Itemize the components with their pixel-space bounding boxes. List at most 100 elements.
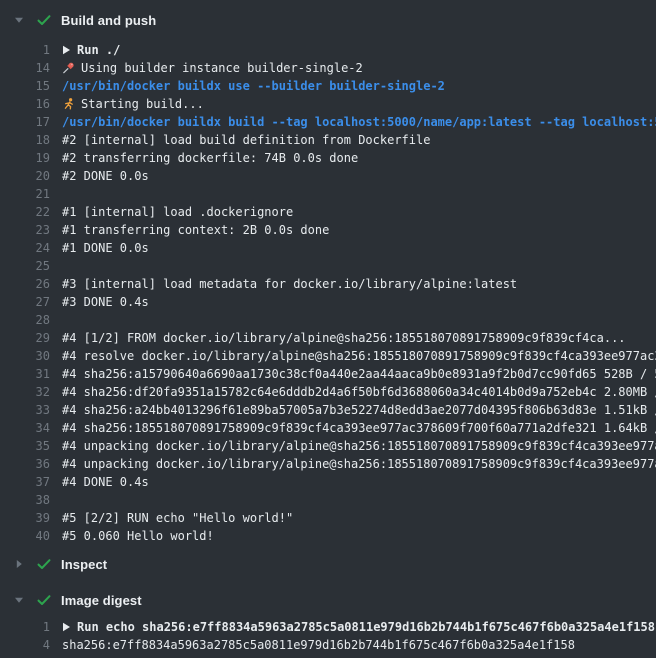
log-line: 23 #1 transferring context: 2B 0.0s done: [0, 221, 656, 239]
log-text: /usr/bin/docker buildx use --builder bui…: [62, 77, 445, 95]
chevron-right-icon[interactable]: [14, 559, 24, 569]
log-text-content: #1 transferring context: 2B 0.0s done: [62, 221, 329, 239]
check-icon: [36, 592, 52, 608]
line-number-link[interactable]: 31: [0, 365, 50, 383]
line-number-link[interactable]: 36: [0, 455, 50, 473]
log-text: #4 sha256:a15790640a6690aa1730c38cf0a440…: [62, 365, 656, 383]
log-line: 32 #4 sha256:df20fa9351a15782c64e6dddb2d4…: [0, 383, 656, 401]
log-text-content: #4 [1/2] FROM docker.io/library/alpine@s…: [62, 329, 626, 347]
log-text: #5 0.060 Hello world!: [62, 527, 214, 545]
line-number-link[interactable]: 26: [0, 275, 50, 293]
log-line: 29 #4 [1/2] FROM docker.io/library/alpine…: [0, 329, 656, 347]
log-text: #1 transferring context: 2B 0.0s done: [62, 221, 329, 239]
section-title[interactable]: Image digest: [61, 593, 142, 608]
log-text: #4 DONE 0.4s: [62, 473, 149, 491]
line-number-link[interactable]: 4: [0, 636, 50, 654]
log-text: #1 DONE 0.0s: [62, 239, 149, 257]
section-header-build-and-push[interactable]: Build and push: [0, 9, 656, 31]
log-line: 36 #4 unpacking docker.io/library/alpine@…: [0, 455, 656, 473]
line-number-link[interactable]: 1: [0, 618, 50, 636]
log-text-content: /usr/bin/docker buildx build --tag local…: [62, 113, 656, 131]
line-number-link[interactable]: 30: [0, 347, 50, 365]
log-line: 31 #4 sha256:a15790640a6690aa1730c38cf0a4…: [0, 365, 656, 383]
log-text-content: #4 sha256:185518070891758909c9f839cf4ca3…: [62, 419, 656, 437]
line-number-link[interactable]: 22: [0, 203, 50, 221]
line-number-link[interactable]: 29: [0, 329, 50, 347]
line-number-link[interactable]: 19: [0, 149, 50, 167]
line-number-link[interactable]: 21: [0, 185, 50, 203]
log-text: #4 sha256:df20fa9351a15782c64e6dddb2d4a6…: [62, 383, 656, 401]
log-text: #4 unpacking docker.io/library/alpine@sh…: [62, 437, 656, 455]
run-expand-icon[interactable]: [62, 622, 71, 632]
log-text: #4 resolve docker.io/library/alpine@sha2…: [62, 347, 656, 365]
log-text: #2 DONE 0.0s: [62, 167, 149, 185]
log-text-content: Starting build...: [81, 95, 204, 113]
log-text-content: #5 [2/2] RUN echo "Hello world!": [62, 509, 293, 527]
line-number-link[interactable]: 18: [0, 131, 50, 149]
log-line: 38: [0, 491, 656, 509]
log-line: 17/usr/bin/docker buildx build --tag loc…: [0, 113, 656, 131]
log-text-content: #2 transferring dockerfile: 74B 0.0s don…: [62, 149, 358, 167]
line-number-link[interactable]: 38: [0, 491, 50, 509]
log-text-content: #2 DONE 0.0s: [62, 167, 149, 185]
log-line: 39 #5 [2/2] RUN echo "Hello world!": [0, 509, 656, 527]
log-text: #4 unpacking docker.io/library/alpine@sh…: [62, 455, 656, 473]
log-line: 37 #4 DONE 0.4s: [0, 473, 656, 491]
log-text-content: #4 sha256:df20fa9351a15782c64e6dddb2d4a6…: [62, 383, 656, 401]
log-line: 27#3 DONE 0.4s: [0, 293, 656, 311]
line-number-link[interactable]: 16: [0, 95, 50, 113]
line-number-link[interactable]: 28: [0, 311, 50, 329]
section-header-image-digest[interactable]: Image digest: [0, 589, 656, 611]
line-number-link[interactable]: 35: [0, 437, 50, 455]
log-text: /usr/bin/docker buildx build --tag local…: [62, 113, 656, 131]
line-number-link[interactable]: 15: [0, 77, 50, 95]
log-line: 20 #2 DONE 0.0s: [0, 167, 656, 185]
log-line: 1 Run ./: [0, 41, 656, 59]
pushpin-icon: [62, 61, 75, 75]
check-icon: [36, 12, 52, 28]
line-number-link[interactable]: 33: [0, 401, 50, 419]
runner-icon: [62, 97, 75, 111]
log-text-content: Run ./: [77, 41, 120, 59]
log-line: 28: [0, 311, 656, 329]
log-lines: 1 Run echo sha256:e7ff8834a5963a2785c5a08…: [0, 618, 656, 654]
log-line: 22 #1 [internal] load .dockerignore: [0, 203, 656, 221]
line-number-link[interactable]: 20: [0, 167, 50, 185]
line-number-link[interactable]: 14: [0, 59, 50, 77]
chevron-down-icon[interactable]: [14, 595, 24, 605]
log-line: 24 #1 DONE 0.0s: [0, 239, 656, 257]
line-number-link[interactable]: 27: [0, 293, 50, 311]
log-text-content: #3 [internal] load metadata for docker.i…: [62, 275, 517, 293]
log-line: 30 #4 resolve docker.io/library/alpine@sh…: [0, 347, 656, 365]
run-expand-icon[interactable]: [62, 45, 71, 55]
line-number-link[interactable]: 32: [0, 383, 50, 401]
chevron-down-icon[interactable]: [14, 15, 24, 25]
log-text-content: #1 [internal] load .dockerignore: [62, 203, 293, 221]
log-line: 21: [0, 185, 656, 203]
section-title[interactable]: Inspect: [61, 557, 107, 572]
line-number-link[interactable]: 34: [0, 419, 50, 437]
section-header-inspect[interactable]: Inspect: [0, 553, 656, 575]
log-text: Run echo sha256:e7ff8834a5963a2785c5a081…: [62, 618, 655, 636]
section-image-digest: Image digest 1 Run echo sha256:e7ff8834a5…: [0, 589, 656, 654]
log-text-content: #5 0.060 Hello world!: [62, 527, 214, 545]
line-number-link[interactable]: 37: [0, 473, 50, 491]
line-number-link[interactable]: 40: [0, 527, 50, 545]
log-text-content: #4 sha256:a24bb4013296f61e89ba57005a7b3e…: [62, 401, 656, 419]
log-text-content: #1 DONE 0.0s: [62, 239, 149, 257]
log-text-content: #4 unpacking docker.io/library/alpine@sh…: [62, 455, 656, 473]
actions-log-viewer: Build and push 1Run ./14Using builder in…: [0, 0, 656, 658]
log-line: 19 #2 transferring dockerfile: 74B 0.0s d…: [0, 149, 656, 167]
line-number-link[interactable]: 1: [0, 41, 50, 59]
log-text-content: #4 DONE 0.4s: [62, 473, 149, 491]
section-title[interactable]: Build and push: [61, 13, 156, 28]
line-number-link[interactable]: 39: [0, 509, 50, 527]
line-number-link[interactable]: 25: [0, 257, 50, 275]
line-number-link[interactable]: 24: [0, 239, 50, 257]
log-text: #2 [internal] load build definition from…: [62, 131, 430, 149]
line-number-link[interactable]: 23: [0, 221, 50, 239]
log-text: #2 transferring dockerfile: 74B 0.0s don…: [62, 149, 358, 167]
log-text-content: #4 resolve docker.io/library/alpine@sha2…: [62, 347, 656, 365]
log-text: Run ./: [62, 41, 120, 59]
line-number-link[interactable]: 17: [0, 113, 50, 131]
